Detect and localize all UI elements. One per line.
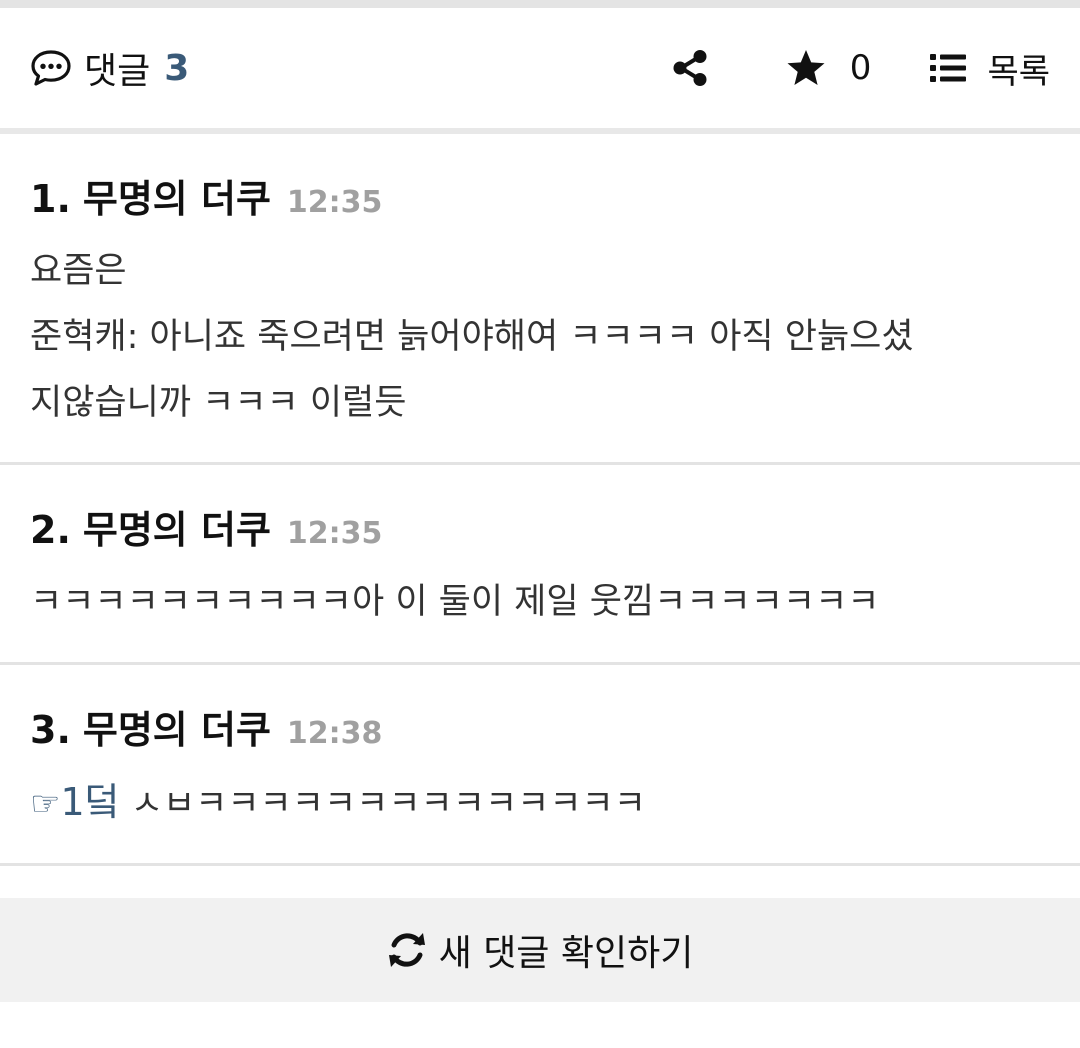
comment-time: 12:35 — [286, 185, 383, 220]
share-icon — [672, 49, 708, 87]
comment-number: 1. — [30, 177, 71, 221]
comment-item: 1. 무명의 더쿠 12:35 요즘은 준혁캐: 아니죠 죽으려면 늙어야해여 … — [0, 134, 1080, 465]
comment-author: 무명의 더쿠 — [82, 508, 271, 552]
comment-header-line: 1. 무명의 더쿠 12:35 — [30, 164, 1050, 238]
share-button[interactable] — [672, 49, 708, 87]
comment-label: 댓글 — [84, 51, 151, 92]
comment-number: 3. — [30, 708, 71, 752]
reply-reference-label: 1덬 — [60, 780, 120, 824]
comment-item: 3. 무명의 더쿠 12:38 ☞1덬 ㅅㅂㅋㅋㅋㅋㅋㅋㅋㅋㅋㅋㅋㅋㅋㅋ — [0, 665, 1080, 866]
list-icon — [929, 52, 967, 84]
speech-bubble-icon — [30, 49, 72, 87]
comment-body-text: ㅅㅂㅋㅋㅋㅋㅋㅋㅋㅋㅋㅋㅋㅋㅋㅋ — [119, 784, 646, 824]
comment-header-line: 3. 무명의 더쿠 12:38 — [30, 695, 1050, 769]
comment-author: 무명의 더쿠 — [82, 708, 271, 752]
pointing-hand-icon: ☞ — [30, 784, 61, 824]
refresh-icon — [387, 931, 439, 969]
top-divider — [0, 0, 1080, 8]
comment-header-line: 2. 무명의 더쿠 12:35 — [30, 495, 1050, 569]
comment-count: 댓글 3 — [30, 42, 189, 94]
comment-author: 무명의 더쿠 — [82, 177, 271, 221]
header-actions: 0 목록 — [672, 44, 1050, 93]
comment-time: 12:38 — [286, 716, 383, 751]
comment-body: 요즘은 준혁캐: 아니죠 죽으려면 늙어야해여 ㅋㅋㅋㅋ 아직 안늙으셨 지않습… — [30, 251, 914, 423]
list-button[interactable]: 목록 — [929, 44, 1050, 93]
star-icon — [786, 49, 826, 87]
refresh-comments-button[interactable]: 새 댓글 확인하기 — [0, 898, 1080, 1002]
recommend-button[interactable]: 0 — [786, 48, 872, 88]
comment-item: 2. 무명의 더쿠 12:35 ㅋㅋㅋㅋㅋㅋㅋㅋㅋㅋ아 이 둘이 제일 웃낌ㅋㅋ… — [0, 465, 1080, 665]
recommend-count: 0 — [849, 48, 872, 88]
comment-header: 댓글 3 0 목록 — [0, 8, 1080, 128]
refresh-label: 새 댓글 확인하기 — [438, 933, 694, 974]
comment-list: 1. 무명의 더쿠 12:35 요즘은 준혁캐: 아니죠 죽으려면 늙어야해여 … — [0, 134, 1080, 866]
comment-body: ☞1덬 ㅅㅂㅋㅋㅋㅋㅋㅋㅋㅋㅋㅋㅋㅋㅋㅋ — [30, 769, 1050, 837]
comment-count-number: 3 — [164, 47, 190, 89]
list-label: 목록 — [987, 51, 1050, 92]
reply-reference-link[interactable]: ☞1덬 — [30, 780, 120, 824]
comment-body: ㅋㅋㅋㅋㅋㅋㅋㅋㅋㅋ아 이 둘이 제일 웃낌ㅋㅋㅋㅋㅋㅋㅋ — [30, 582, 880, 622]
comment-time: 12:35 — [286, 516, 383, 551]
comment-number: 2. — [30, 508, 71, 552]
